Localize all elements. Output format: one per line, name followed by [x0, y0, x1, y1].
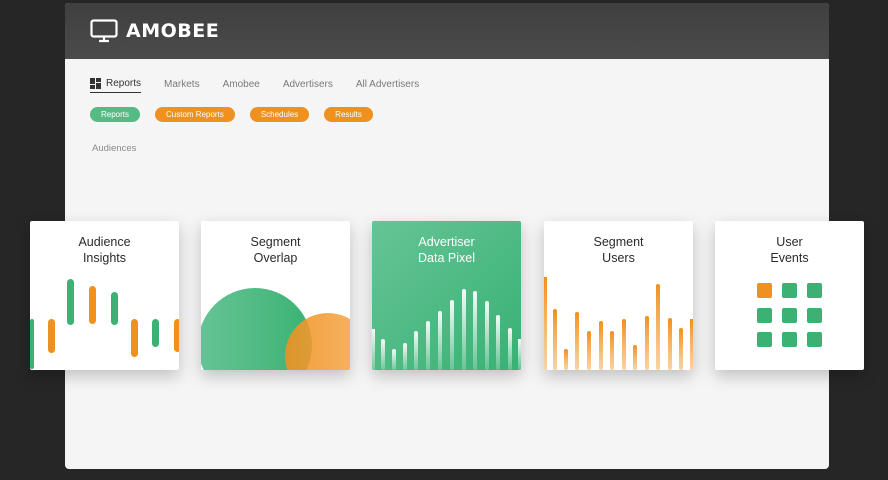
nav-item-markets[interactable]: Markets — [164, 79, 200, 93]
card-segment-users[interactable]: Segment Users — [544, 221, 693, 370]
card-title: Segment Users — [593, 235, 644, 265]
card-title: Audience Insights — [78, 235, 131, 265]
pill-custom-reports[interactable]: Custom Reports — [155, 107, 235, 122]
top-nav: Reports Markets Amobee Advertisers All A… — [90, 78, 442, 93]
app-title: AMOBEE — [126, 20, 220, 42]
pill-schedules[interactable]: Schedules — [249, 107, 310, 122]
grid-icon — [90, 78, 101, 89]
card-advertiser-data-pixel[interactable]: Advertiser Data Pixel — [372, 221, 521, 370]
nav-item-reports[interactable]: Reports — [90, 78, 142, 93]
card-audience-insights[interactable]: Audience Insights — [30, 221, 179, 370]
report-pills: Reports Custom Reports Schedules Results — [90, 107, 388, 122]
pill-reports[interactable]: Reports — [90, 107, 141, 122]
title-bar: AMOBEE — [65, 3, 829, 59]
monitor-icon — [90, 19, 118, 43]
section-label-audiences: Audiences — [92, 143, 137, 154]
card-title: User Events — [770, 235, 809, 265]
pill-results[interactable]: Results — [324, 107, 373, 122]
card-title: Segment Overlap — [250, 235, 301, 265]
nav-item-advertisers[interactable]: Advertisers — [283, 79, 333, 93]
card-segment-overlap[interactable]: Segment Overlap — [201, 221, 350, 370]
nav-item-label: Reports — [106, 78, 142, 89]
nav-item-all-advertisers[interactable]: All Advertisers — [356, 79, 419, 93]
card-user-events[interactable]: User Events — [715, 221, 864, 370]
app-logo[interactable]: AMOBEE — [90, 19, 219, 43]
nav-item-amobee[interactable]: Amobee — [223, 79, 260, 93]
card-title: Advertiser Data Pixel — [418, 235, 475, 265]
